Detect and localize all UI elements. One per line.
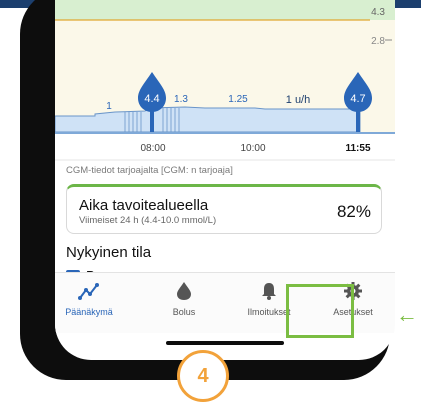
status-title: Nykyinen tila bbox=[66, 244, 152, 261]
cgm-source-note: CGM-tiedot tarjoajalta [CGM: n tarjoaja] bbox=[66, 165, 233, 176]
y-label-4-3: 4.3 bbox=[371, 7, 385, 18]
basal-label-1: 1 bbox=[106, 101, 112, 112]
glucose-chart: 4.3 2.8 4.4 4.7 1 1.3 1.25 1 u/h 08:00 1… bbox=[55, 0, 395, 164]
drop-icon bbox=[177, 282, 191, 300]
tab-home-label: Päänäkymä bbox=[65, 307, 113, 317]
basal-label-1-3: 1.3 bbox=[174, 94, 188, 105]
time-in-range-value: 82% bbox=[336, 202, 371, 221]
basal-label-current: 1 u/h bbox=[286, 94, 310, 106]
x-tick-now: 11:55 bbox=[345, 143, 370, 154]
trend-icon bbox=[78, 283, 99, 300]
svg-text:4.4: 4.4 bbox=[144, 93, 159, 105]
tab-bolus[interactable]: Bolus bbox=[150, 273, 218, 333]
card-subtitle: Viimeiset 24 h (4.4-10.0 mmol/L) bbox=[79, 215, 217, 226]
x-tick-10: 10:00 bbox=[240, 143, 265, 154]
y-label-2-8: 2.8 bbox=[371, 36, 385, 47]
chart-svg: 4.3 2.8 4.4 4.7 1 1.3 1.25 1 u/h 08:00 1… bbox=[55, 0, 395, 164]
basal-area bbox=[55, 106, 361, 133]
settings-highlight-box bbox=[286, 284, 354, 338]
home-indicator bbox=[166, 341, 284, 345]
tab-bolus-label: Bolus bbox=[172, 307, 196, 317]
callout-arrow-icon: ← bbox=[396, 302, 418, 327]
bell-icon bbox=[262, 283, 276, 300]
time-in-range-card[interactable]: Aika tavoitealueella Viimeiset 24 h (4.4… bbox=[66, 184, 382, 234]
tab-home[interactable]: Päänäkymä bbox=[55, 273, 123, 333]
x-tick-08: 08:00 bbox=[140, 143, 165, 154]
target-band bbox=[55, 0, 395, 20]
svg-text:4.7: 4.7 bbox=[350, 93, 365, 105]
basal-baseline bbox=[55, 132, 395, 134]
step-number-badge: 4 bbox=[177, 350, 229, 402]
card-title: Aika tavoitealueella bbox=[79, 197, 209, 214]
basal-label-1-25: 1.25 bbox=[228, 94, 248, 105]
